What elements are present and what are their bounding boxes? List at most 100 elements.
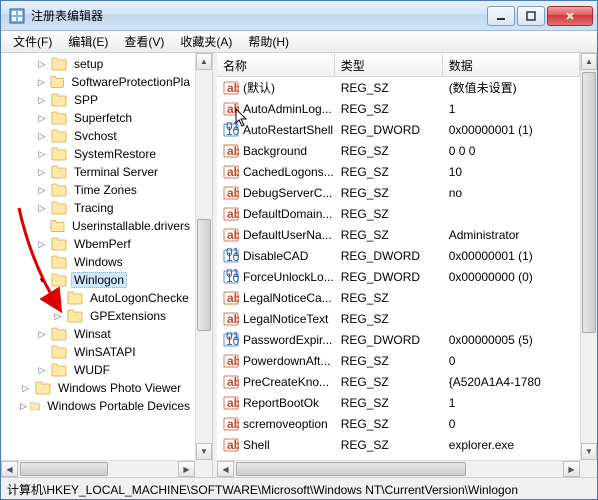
- tree-item[interactable]: ▷Time Zones: [3, 181, 193, 199]
- tree-item[interactable]: AutoLogonChecke: [3, 289, 193, 307]
- value-row[interactable]: abDefaultDomain...REG_SZ: [217, 203, 580, 224]
- value-row[interactable]: 011100DisableCADREG_DWORD0x00000001 (1): [217, 245, 580, 266]
- scroll-down-button[interactable]: ▼: [581, 443, 597, 460]
- scroll-left-button[interactable]: ◀: [217, 461, 234, 477]
- value-row[interactable]: abCachedLogons...REG_SZ10: [217, 161, 580, 182]
- col-type[interactable]: 类型: [335, 53, 443, 76]
- expand-icon[interactable]: ▷: [35, 147, 49, 161]
- tree-hscroll-thumb[interactable]: [20, 462, 108, 476]
- tree-item[interactable]: ▷SPP: [3, 91, 193, 109]
- tree-item[interactable]: Windows: [3, 253, 193, 271]
- value-data-cell: 1: [443, 396, 580, 410]
- scroll-right-button[interactable]: ▶: [563, 461, 580, 477]
- status-bar: 计算机\HKEY_LOCAL_MACHINE\SOFTWARE\Microsof…: [1, 477, 597, 499]
- tree-item[interactable]: ▷SoftwareProtectionPla: [3, 73, 193, 91]
- expand-icon[interactable]: ▷: [35, 57, 49, 71]
- maximize-button[interactable]: [517, 6, 545, 26]
- list-vscroll-track[interactable]: [581, 70, 597, 443]
- value-row[interactable]: abDefaultUserNa...REG_SZAdministrator: [217, 224, 580, 245]
- value-row[interactable]: abShellREG_SZexplorer.exe: [217, 434, 580, 455]
- value-row[interactable]: abLegalNoticeTextREG_SZ: [217, 308, 580, 329]
- value-data-cell: Administrator: [443, 228, 580, 242]
- expand-icon[interactable]: ▷: [35, 237, 49, 251]
- value-row[interactable]: abLegalNoticeCa...REG_SZ: [217, 287, 580, 308]
- scroll-down-button[interactable]: ▼: [196, 443, 212, 460]
- list-hscroll-thumb[interactable]: [236, 462, 466, 476]
- tree-item[interactable]: ▷Superfetch: [3, 109, 193, 127]
- value-row[interactable]: abBackgroundREG_SZ0 0 0: [217, 140, 580, 161]
- list-vscrollbar[interactable]: ▲ ▼: [580, 53, 597, 460]
- tree-item[interactable]: ▾Winlogon: [3, 271, 193, 289]
- menu-file[interactable]: 文件(F): [5, 31, 60, 52]
- expand-icon[interactable]: ▷: [35, 75, 48, 89]
- list-body[interactable]: ab(默认)REG_SZ(数值未设置)abAutoAdminLog...REG_…: [217, 77, 580, 460]
- tree-item[interactable]: ▷Windows Photo Viewer: [3, 379, 193, 397]
- expand-icon[interactable]: ▷: [19, 399, 28, 413]
- expand-icon[interactable]: ▷: [35, 165, 49, 179]
- value-row[interactable]: abscremoveoptionREG_SZ0: [217, 413, 580, 434]
- value-row[interactable]: abReportBootOkREG_SZ1: [217, 392, 580, 413]
- list-hscrollbar[interactable]: ◀ ▶: [217, 460, 580, 477]
- tree-item[interactable]: ▷Svchost: [3, 127, 193, 145]
- title-bar[interactable]: 注册表编辑器: [1, 1, 597, 31]
- tree-item[interactable]: ▷WUDF: [3, 361, 193, 379]
- value-row[interactable]: 011100ForceUnlockLo...REG_DWORD0x0000000…: [217, 266, 580, 287]
- expand-icon[interactable]: ▷: [19, 381, 33, 395]
- minimize-button[interactable]: [487, 6, 515, 26]
- menu-view[interactable]: 查看(V): [116, 31, 172, 52]
- expand-spacer: [51, 291, 65, 305]
- tree-item[interactable]: ▷Winsat: [3, 325, 193, 343]
- expand-spacer: [35, 255, 49, 269]
- list-vscroll-thumb[interactable]: [582, 72, 596, 333]
- expand-icon[interactable]: ▷: [35, 93, 49, 107]
- close-button[interactable]: [547, 6, 593, 26]
- menu-favorites[interactable]: 收藏夹(A): [172, 31, 240, 52]
- tree-item[interactable]: ▷GPExtensions: [3, 307, 193, 325]
- value-name-cell: abscremoveoption: [217, 416, 335, 432]
- menu-edit[interactable]: 编辑(E): [60, 31, 116, 52]
- tree-vscroll-thumb[interactable]: [197, 219, 211, 331]
- tree-hscroll-track[interactable]: [18, 461, 178, 477]
- value-row[interactable]: 011100PasswordExpir...REG_DWORD0x0000000…: [217, 329, 580, 350]
- value-row[interactable]: ab(默认)REG_SZ(数值未设置): [217, 77, 580, 98]
- value-name: PowerdownAft...: [243, 354, 330, 368]
- value-row[interactable]: 011100AutoRestartShellREG_DWORD0x0000000…: [217, 119, 580, 140]
- tree-item[interactable]: ▷setup: [3, 55, 193, 73]
- expand-icon[interactable]: ▷: [35, 183, 49, 197]
- collapse-icon[interactable]: ▾: [35, 273, 49, 287]
- value-type-cell: REG_SZ: [335, 81, 443, 95]
- scroll-left-button[interactable]: ◀: [1, 461, 18, 477]
- tree-item[interactable]: WinSATAPI: [3, 343, 193, 361]
- expand-icon[interactable]: ▷: [35, 129, 49, 143]
- value-row[interactable]: abPowerdownAft...REG_SZ0: [217, 350, 580, 371]
- tree-vscrollbar[interactable]: ▲ ▼: [195, 53, 212, 460]
- menu-help[interactable]: 帮助(H): [240, 31, 297, 52]
- scroll-up-button[interactable]: ▲: [581, 53, 597, 70]
- expand-icon[interactable]: ▷: [35, 327, 49, 341]
- expand-icon[interactable]: ▷: [51, 309, 65, 323]
- tree-item[interactable]: ▷Tracing: [3, 199, 193, 217]
- scroll-up-button[interactable]: ▲: [196, 53, 212, 70]
- list-hscroll-track[interactable]: [234, 461, 563, 477]
- expand-icon[interactable]: ▷: [35, 363, 49, 377]
- registry-editor-window: 注册表编辑器 文件(F) 编辑(E) 查看(V) 收藏夹(A) 帮助(H) ▷s…: [0, 0, 598, 500]
- tree-body[interactable]: ▷setup▷SoftwareProtectionPla▷SPP▷Superfe…: [1, 53, 195, 460]
- expand-icon[interactable]: ▷: [35, 201, 49, 215]
- tree-vscroll-track[interactable]: [196, 70, 212, 443]
- value-name-cell: abAutoAdminLog...: [217, 101, 335, 117]
- tree-item[interactable]: ▷SystemRestore: [3, 145, 193, 163]
- col-data[interactable]: 数据: [443, 53, 580, 76]
- expand-icon[interactable]: ▷: [35, 111, 49, 125]
- tree-hscrollbar[interactable]: ◀ ▶: [1, 460, 195, 477]
- value-row[interactable]: abPreCreateKno...REG_SZ{A520A1A4-1780: [217, 371, 580, 392]
- tree-item[interactable]: ▷Terminal Server: [3, 163, 193, 181]
- scroll-right-button[interactable]: ▶: [178, 461, 195, 477]
- value-name-cell: abCachedLogons...: [217, 164, 335, 180]
- col-name[interactable]: 名称: [217, 53, 335, 76]
- value-row[interactable]: abDebugServerC...REG_SZno: [217, 182, 580, 203]
- tree-item[interactable]: Userinstallable.drivers: [3, 217, 193, 235]
- svg-text:ab: ab: [227, 186, 239, 200]
- value-row[interactable]: abAutoAdminLog...REG_SZ1: [217, 98, 580, 119]
- tree-item[interactable]: ▷Windows Portable Devices: [3, 397, 193, 415]
- tree-item[interactable]: ▷WbemPerf: [3, 235, 193, 253]
